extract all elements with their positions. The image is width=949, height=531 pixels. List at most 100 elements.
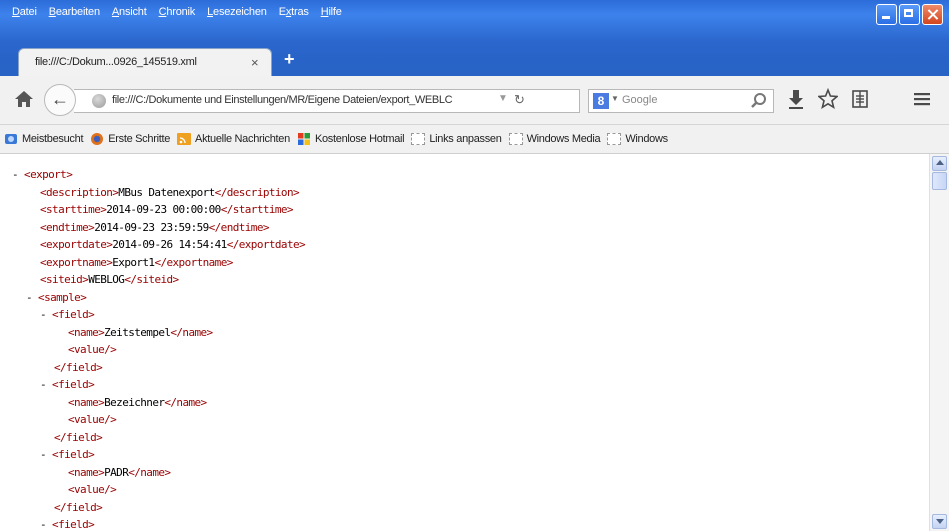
home-icon[interactable] [14,90,34,108]
xml-open-tag: <value/> [68,413,117,426]
xml-open-tag: <sample> [38,290,87,304]
minimize-button[interactable] [876,4,897,25]
bookmark-label: Kostenlose Hotmail [314,133,405,145]
menu-extras[interactable]: Extras [273,4,315,20]
xml-open-tag: <description> [40,185,119,199]
window-controls [876,4,943,25]
bookmark-aktuelle-nachrichten[interactable]: Aktuelle Nachrichten [177,132,290,146]
bookmark-meistbesucht[interactable]: Meistbesucht [4,132,84,146]
new-tab-button[interactable]: + [284,50,295,68]
xml-close-tag: </exportname> [154,255,233,269]
bookmark-label: Meistbesucht [22,133,84,145]
bookmark-windows-media[interactable]: Windows Media [508,133,601,145]
menu-datei[interactable]: Datei [6,4,43,20]
bookmarks-toolbar: Meistbesucht Erste Schritte Aktuelle Nac… [0,125,949,154]
xml-close-tag: </name> [128,465,171,479]
scroll-thumb[interactable] [932,172,947,190]
bookmark-links-anpassen[interactable]: Links anpassen [411,133,502,145]
menu-lesezeichen[interactable]: Lesezeichen [201,4,273,20]
xml-text-value: MBus Datenexport [118,185,215,199]
xml-line: <siteid>WEBLOG</siteid> [12,271,305,289]
xml-open-tag: </field> [54,360,103,374]
tab-xml-file[interactable]: file:///C:/Dokum...0926_145519.xml × [18,48,272,76]
xml-close-tag: </name> [170,325,213,339]
bookmark-star-icon[interactable] [818,88,838,110]
xml-text-value: WEBLOG [88,273,125,286]
xml-line[interactable]: - <field> [12,516,305,531]
xml-line: <value/> [12,341,305,359]
page-content: - <export> <description>MBus Datenexport<… [0,154,929,531]
meistbesucht-icon [5,134,17,144]
xml-line: </field> [12,359,305,377]
xml-line[interactable]: - <field> [12,446,305,464]
collapse-toggle[interactable]: - [40,378,52,391]
xml-open-tag: <exportdate> [40,238,113,251]
xml-open-tag: <export> [24,168,73,181]
collapse-toggle[interactable]: - [40,308,52,321]
tab-close-icon[interactable]: × [251,55,259,70]
title-bar: Datei Bearbeiten Ansicht Chronik Lesezei… [0,0,949,42]
xml-line[interactable]: - <field> [12,376,305,394]
site-identity-icon[interactable] [92,94,106,108]
search-bar[interactable]: 8 ▼ Google [588,89,774,113]
xml-close-tag: </endtime> [208,220,270,234]
xml-open-tag: <field> [52,518,95,531]
search-icon[interactable] [749,92,769,110]
bookmark-windows[interactable]: Windows [607,133,668,145]
xml-open-tag: <siteid> [40,273,89,286]
xml-open-tag: </field> [54,430,103,444]
bookmarks-menu-icon[interactable] [850,88,870,110]
bookmark-label: Erste Schritte [108,133,171,145]
xml-line[interactable]: - <export> [12,166,305,184]
xml-close-tag: </exportdate> [226,238,306,251]
bookmark-kostenlose-hotmail[interactable]: Kostenlose Hotmail [297,132,405,146]
scroll-up-button[interactable] [932,156,947,171]
collapse-toggle[interactable]: - [40,448,52,461]
rss-icon [177,133,192,145]
firefox-icon [91,133,104,145]
close-window-button[interactable] [922,4,943,25]
xml-open-tag: <value/> [68,483,117,496]
xml-text-value: Bezeichner [104,395,165,409]
url-dropdown-icon[interactable]: ▼ [498,93,508,104]
xml-open-tag: <name> [68,325,105,339]
xml-open-tag: <name> [68,395,105,409]
menu-ansicht[interactable]: Ansicht [106,4,153,20]
bookmark-erste-schritte[interactable]: Erste Schritte [90,132,170,146]
xml-line: <endtime>2014-09-23 23:59:59</endtime> [12,219,305,237]
menu-chronik[interactable]: Chronik [153,4,202,20]
page-icon [508,133,523,145]
menu-hilfe[interactable]: Hilfe [315,4,348,20]
menu-bearbeiten[interactable]: Bearbeiten [43,4,106,20]
url-text[interactable]: file:///C:/Dokumente und Einstellungen/M… [112,94,490,106]
xml-close-tag: </name> [164,395,207,409]
google-engine-icon[interactable]: 8 [593,93,609,109]
xml-text-value: PADR [104,465,129,479]
download-icon[interactable] [786,88,806,110]
collapse-toggle[interactable]: - [40,518,52,531]
url-bar[interactable]: file:///C:/Dokumente und Einstellungen/M… [74,89,580,113]
xml-close-tag: </siteid> [124,273,179,286]
collapse-toggle[interactable]: - [26,291,38,304]
vertical-scrollbar[interactable] [929,154,949,531]
reload-icon[interactable]: ↻ [514,92,525,108]
xml-line[interactable]: - <sample> [12,289,305,307]
back-button[interactable] [44,84,76,116]
xml-line: <value/> [12,411,305,429]
xml-text-value: 2014-09-23 00:00:00 [106,203,221,216]
bookmark-label: Windows Media [526,133,601,145]
xml-text-value: 2014-09-26 14:54:41 [112,238,227,251]
xml-close-tag: </description> [214,185,300,199]
hamburger-menu-icon[interactable] [912,88,932,110]
collapse-toggle[interactable]: - [12,168,24,181]
xml-text-value: Export1 [112,255,155,269]
search-engine-dropdown-icon[interactable]: ▼ [611,94,619,103]
scroll-down-button[interactable] [932,514,947,529]
xml-line: <name>PADR</name> [12,464,305,482]
maximize-button[interactable] [899,4,920,25]
xml-text-value: 2014-09-23 23:59:59 [94,220,209,234]
search-input[interactable]: Google [622,94,657,106]
xml-open-tag: <field> [52,308,95,321]
xml-line[interactable]: - <field> [12,306,305,324]
xml-line: <exportname>Export1</exportname> [12,254,305,272]
